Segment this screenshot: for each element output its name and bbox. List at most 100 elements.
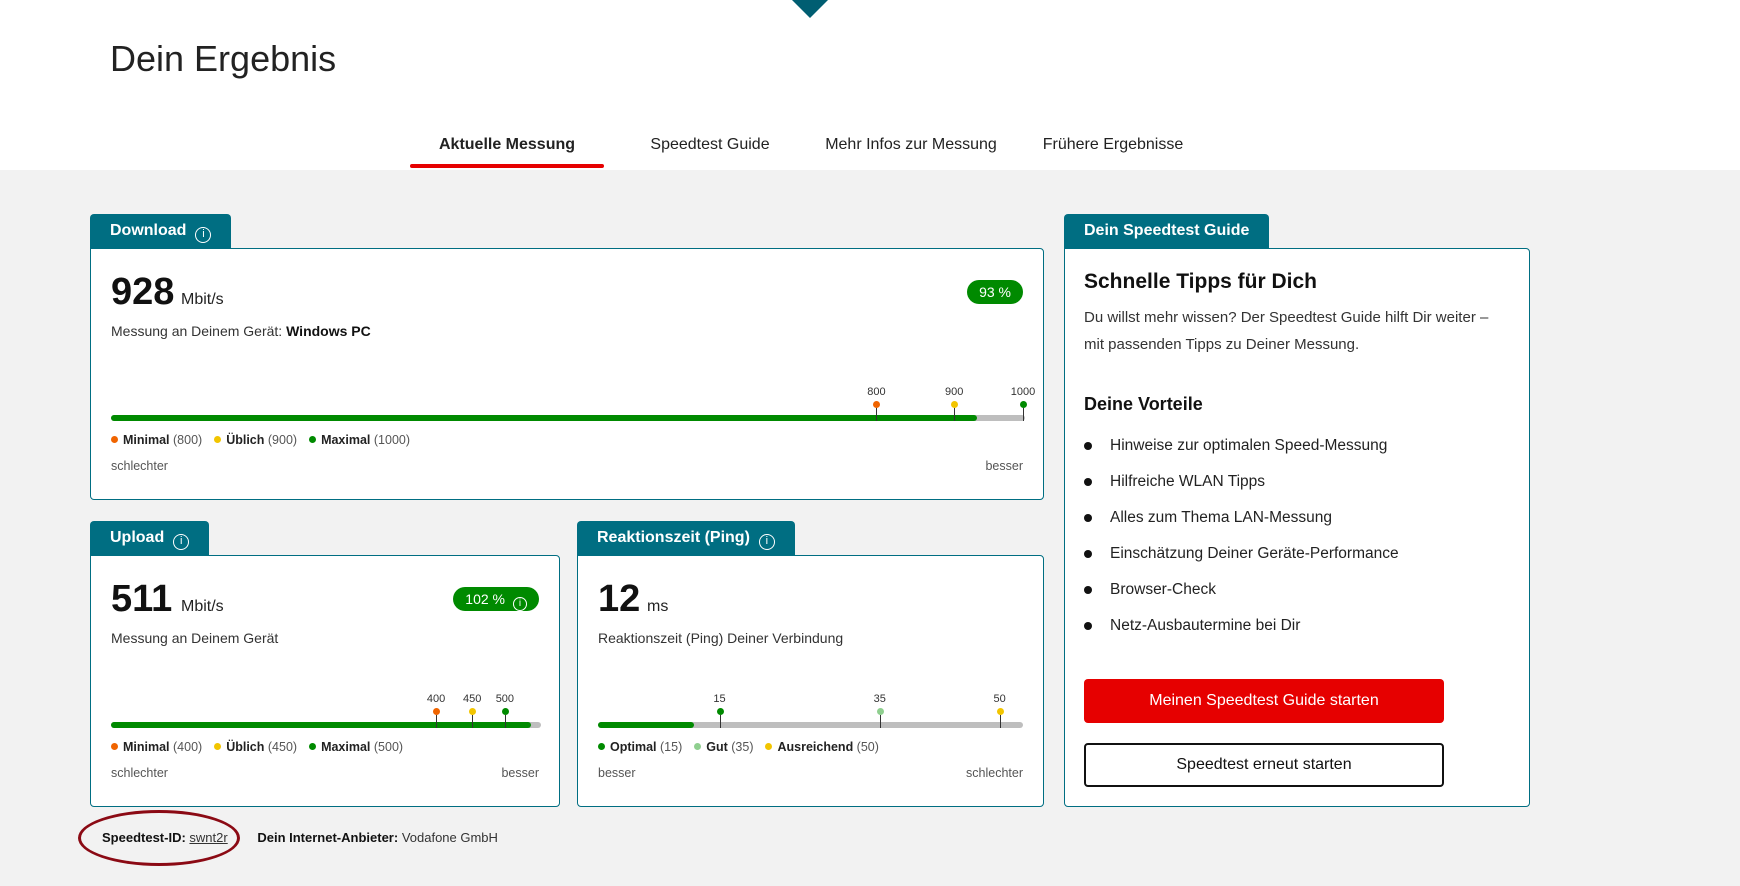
ping-subtitle: Reaktionszeit (Ping) Deiner Verbindung [598, 630, 844, 646]
guide-tab-label: Dein Speedtest Guide [1084, 222, 1250, 239]
tab-mehr-infos[interactable]: Mehr Infos zur Messung [820, 136, 1002, 154]
scale-right-label: schlechter [966, 766, 1023, 780]
ping-tab-label: Reaktionszeit (Ping) [597, 529, 750, 546]
legend-dot [765, 743, 773, 750]
marker-label: 15 [713, 693, 726, 705]
guide-heading: Schnelle Tipps für Dich [1084, 270, 1317, 293]
upload-percent-badge: 102 % i [453, 587, 539, 611]
start-guide-button[interactable]: Meinen Speedtest Guide starten [1084, 679, 1444, 723]
marker-label: 800 [867, 386, 886, 398]
download-bar-fill [111, 415, 977, 421]
download-marker: 1000 [1011, 386, 1035, 421]
legend-item: Maximal (1000) [309, 433, 410, 447]
guide-card-tab: Dein Speedtest Guide [1064, 214, 1270, 248]
legend-dot [111, 743, 118, 750]
info-icon[interactable]: i [758, 534, 775, 550]
bullet-icon [1084, 550, 1092, 558]
legend-dot [214, 436, 222, 443]
scale-left-label: schlechter [111, 459, 168, 473]
marker-label: 400 [426, 693, 446, 705]
download-percent-badge: 93 % [967, 280, 1023, 304]
ping-value: 12 [598, 578, 641, 620]
marker-tick [954, 408, 956, 421]
marker-dot [433, 708, 441, 715]
page-title: Dein Ergebnis [110, 38, 337, 79]
ping-bar-fill [598, 722, 694, 728]
benefits-list: Hinweise zur optimalen Speed-Messung Hilf… [1084, 436, 1399, 652]
info-icon[interactable]: i [173, 534, 190, 550]
marker-tick [879, 715, 881, 728]
download-speed-bar: 800 900 1000 [111, 386, 1035, 421]
legend-dot [598, 743, 605, 750]
info-icon[interactable]: i [195, 227, 212, 243]
ping-card-tab: Reaktionszeit (Ping) i [577, 521, 795, 555]
marker-dot [951, 401, 959, 408]
bullet-icon [1084, 478, 1092, 486]
scale-right-label: besser [501, 766, 539, 780]
legend-item: Maximal (500) [309, 740, 403, 754]
legend-item: Minimal (400) [111, 740, 202, 754]
upload-marker: 450 [463, 693, 481, 728]
scale-left-label: schlechter [111, 766, 168, 780]
tab-fruehere-ergebnisse[interactable]: Frühere Ergebnisse [1040, 136, 1186, 154]
upload-subtitle: Messung an Deinem Gerät [111, 630, 279, 646]
download-card-tab: Download i [90, 214, 232, 248]
marker-tick [436, 715, 438, 728]
benefits-heading: Deine Vorteile [1084, 394, 1203, 414]
download-card: 928 Mbit/s Messung an Deinem Gerät: Wind… [90, 248, 1044, 500]
marker-tick [1023, 408, 1024, 421]
provider-label: Dein Internet-Anbieter: [257, 830, 399, 845]
benefit-item: Browser-Check [1084, 580, 1399, 616]
bullet-icon [1084, 514, 1092, 522]
marker-tick [472, 715, 474, 728]
info-icon[interactable]: i [513, 597, 527, 611]
marker-dot [876, 708, 884, 715]
restart-speedtest-button[interactable]: Speedtest erneut starten [1084, 743, 1444, 787]
marker-label: 1000 [1010, 386, 1036, 398]
marker-label: 500 [495, 693, 515, 705]
marker-dot [501, 708, 509, 715]
legend-dot [214, 743, 222, 750]
download-value: 928 [111, 271, 175, 313]
scale-right-label: besser [985, 459, 1023, 473]
active-tab-indicator [410, 164, 604, 168]
download-legend: Minimal (800) Üblich (900) Maximal (1000) [111, 433, 422, 447]
bullet-icon [1084, 586, 1092, 594]
bullet-icon [1084, 442, 1092, 450]
result-tabs: Aktuelle Messung Speedtest Guide Mehr In… [0, 128, 1740, 170]
upload-tab-label: Upload [110, 529, 165, 546]
legend-dot [111, 436, 118, 443]
download-marker: 900 [945, 386, 963, 421]
provider-value: Vodafone GmbH [401, 830, 498, 845]
download-marker: 800 [867, 386, 886, 421]
upload-value: 511 [111, 578, 173, 620]
legend-item: Minimal (800) [111, 433, 202, 447]
marker-label: 50 [993, 693, 1006, 705]
marker-dot [469, 708, 477, 715]
download-tab-label: Download [110, 222, 187, 239]
marker-label: 35 [873, 693, 886, 705]
legend-item: Gut (35) [694, 740, 753, 754]
ping-unit: ms [647, 598, 669, 615]
marker-tick [504, 715, 506, 728]
benefit-item: Hinweise zur optimalen Speed-Messung [1084, 436, 1399, 472]
legend-dot [694, 743, 702, 750]
upload-marker: 500 [496, 693, 514, 728]
ping-legend: Optimal (15) Gut (35) Ausreichend (50) [598, 740, 891, 754]
tab-speedtest-guide[interactable]: Speedtest Guide [640, 136, 780, 154]
benefit-item: Netz-Ausbautermine bei Dir [1084, 616, 1399, 652]
benefit-item: Hilfreiche WLAN Tipps [1084, 472, 1399, 508]
upload-speed-bar: 400 450 500 [111, 693, 541, 728]
legend-item: Üblich (450) [214, 740, 297, 754]
guide-text: Du willst mehr wissen? Der Speedtest Gui… [1084, 309, 1489, 353]
ping-bar: 15 35 50 [598, 693, 1023, 728]
legend-item: Optimal (15) [598, 740, 682, 754]
tab-aktuelle-messung[interactable]: Aktuelle Messung [410, 136, 604, 154]
upload-bar-fill [111, 722, 531, 728]
legend-item: Üblich (900) [214, 433, 297, 447]
download-subtitle: Messung an Deinem Gerät: Windows PC [111, 323, 371, 339]
legend-dot [309, 436, 317, 443]
dropdown-notch-icon [792, 0, 828, 18]
marker-dot [996, 708, 1004, 715]
benefit-item: Alles zum Thema LAN-Messung [1084, 508, 1399, 544]
